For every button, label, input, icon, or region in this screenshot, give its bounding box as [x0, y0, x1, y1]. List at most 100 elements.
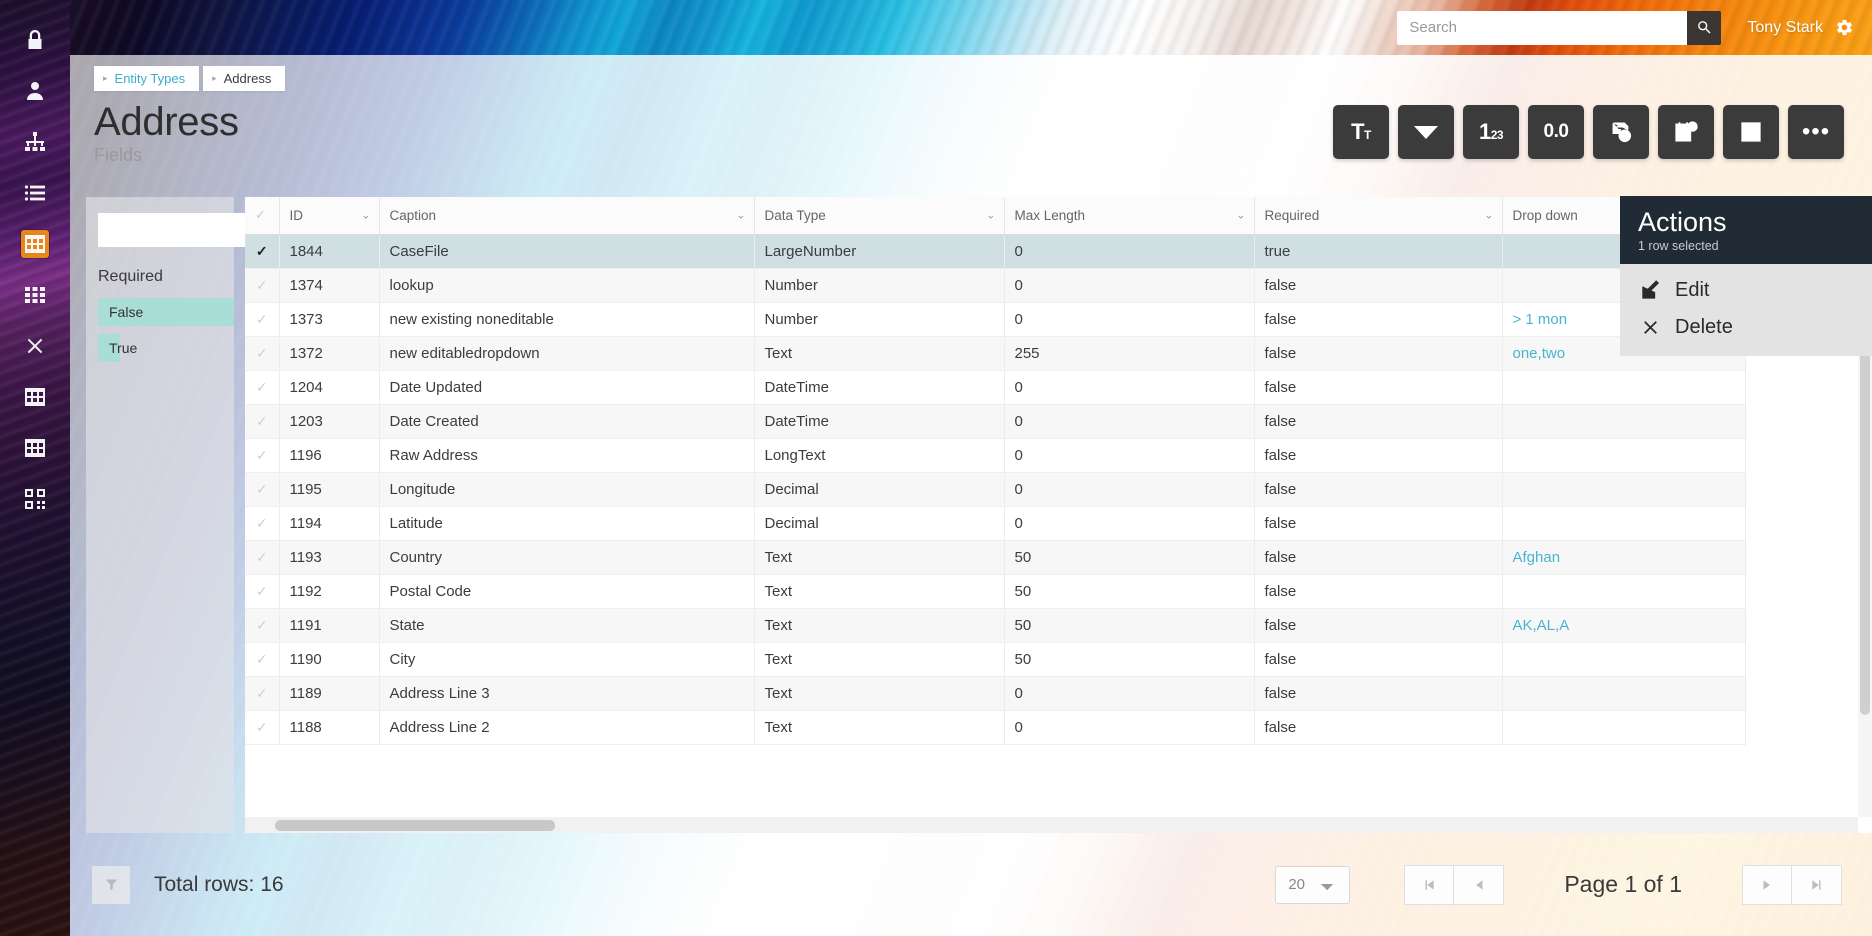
row-select-checkbox[interactable]: ✓ — [245, 234, 280, 269]
table-row[interactable]: ✓ 1188 Address Line 2 Text 0 false — [245, 710, 1746, 745]
chevron-down-icon[interactable]: ⌄ — [1484, 209, 1493, 222]
sidebar-item-grid[interactable] — [0, 269, 70, 320]
column-header-dt[interactable]: Data Type ⌄ — [754, 197, 1005, 235]
cell-ml: 50 — [1004, 642, 1255, 677]
settings-button[interactable] — [1835, 18, 1854, 37]
chevron-down-icon[interactable]: ⌄ — [361, 209, 370, 222]
column-header-id[interactable]: ID ⌄ — [279, 197, 380, 235]
table-row[interactable]: ✓ 1373 new existing noneditable Number 0 fals… — [245, 302, 1746, 337]
number-type-button[interactable]: 123 — [1463, 105, 1519, 159]
action-edit[interactable]: Edit — [1620, 272, 1872, 309]
row-select-checkbox[interactable]: ✓ — [245, 404, 280, 439]
table-row[interactable]: ✓ 1191 State Text 50 false AK,AL,A — [245, 608, 1746, 643]
row-select-checkbox[interactable]: ✓ — [245, 370, 280, 405]
cell-dd — [1502, 642, 1746, 677]
sidebar-item-table-2[interactable] — [0, 371, 70, 422]
row-select-checkbox[interactable]: ✓ — [245, 472, 280, 507]
dropdown-values-link[interactable]: AK,AL,A — [1513, 617, 1570, 634]
table-row[interactable]: ✓ 1190 City Text 50 false — [245, 642, 1746, 677]
row-select-checkbox[interactable]: ✓ — [245, 336, 280, 371]
column-header-req[interactable]: Required ⌄ — [1254, 197, 1503, 235]
row-select-checkbox[interactable]: ✓ — [245, 710, 280, 745]
facet-option-true[interactable]: True — [98, 334, 234, 362]
list-icon — [23, 181, 47, 205]
cell-cap: Country — [379, 540, 755, 575]
row-select-checkbox[interactable]: ✓ — [245, 506, 280, 541]
cell-dt: Text — [754, 608, 1005, 643]
table-row[interactable]: ✓ 1372 new editabledropdown Text 255 false one… — [245, 336, 1746, 371]
check-icon: ✓ — [255, 207, 266, 223]
horizontal-scrollbar-thumb[interactable] — [275, 820, 555, 831]
cell-ml: 0 — [1004, 268, 1255, 303]
largenumber-type-button[interactable] — [1593, 105, 1649, 159]
first-page-button[interactable] — [1404, 864, 1455, 905]
row-select-checkbox[interactable]: ✓ — [245, 642, 280, 677]
cell-dt: Text — [754, 710, 1005, 745]
cell-cap: Postal Code — [379, 574, 755, 609]
row-select-checkbox[interactable]: ✓ — [245, 574, 280, 609]
cell-dt: Text — [754, 642, 1005, 677]
table-row[interactable]: ✓ 1193 Country Text 50 false Afghan — [245, 540, 1746, 575]
table-row[interactable]: ✓ 1374 lookup Number 0 false — [245, 268, 1746, 303]
sidebar-item-lock[interactable] — [0, 14, 70, 65]
user-name[interactable]: Tony Stark — [1747, 19, 1823, 37]
row-select-checkbox[interactable]: ✓ — [245, 676, 280, 711]
next-page-button[interactable] — [1742, 864, 1792, 905]
table-row[interactable]: ✓ 1844 CaseFile LargeNumber 0 true — [245, 234, 1746, 269]
dropdown-values-link[interactable]: Afghan — [1513, 549, 1561, 566]
row-select-checkbox[interactable]: ✓ — [245, 268, 280, 303]
column-header-cap[interactable]: Caption ⌄ — [379, 197, 755, 235]
search-button[interactable] — [1687, 10, 1722, 45]
action-delete[interactable]: Delete — [1620, 309, 1872, 346]
sidebar-item-user[interactable] — [0, 65, 70, 116]
toggle-filter-button[interactable] — [92, 865, 130, 904]
row-select-checkbox[interactable]: ✓ — [245, 302, 280, 337]
prev-page-button[interactable] — [1454, 864, 1505, 905]
cell-id: 1191 — [279, 608, 380, 643]
main-panel: Required False True ✓ ID ⌄ Caption ⌄ Data Type… — [70, 55, 1872, 936]
sidebar-item-modules[interactable] — [0, 473, 70, 524]
boolean-type-button[interactable] — [1723, 105, 1779, 159]
chevron-down-icon[interactable]: ⌄ — [736, 209, 745, 222]
sidebar-item-close[interactable] — [0, 320, 70, 371]
page-size-select[interactable]: 20 — [1275, 865, 1351, 904]
table-row[interactable]: ✓ 1196 Raw Address LongText 0 false — [245, 438, 1746, 473]
row-select-checkbox[interactable]: ✓ — [245, 608, 280, 643]
facet-option-label: True — [109, 340, 138, 356]
table-row[interactable]: ✓ 1195 Longitude Decimal 0 false — [245, 472, 1746, 507]
decimal-type-button[interactable]: 0.0 — [1528, 105, 1584, 159]
dropdown-type-button[interactable] — [1398, 105, 1454, 159]
chevron-down-icon[interactable]: ⌄ — [986, 209, 995, 222]
facet-option-false[interactable]: False — [98, 298, 234, 326]
check-icon: ✓ — [255, 412, 268, 429]
dropdown-values-link[interactable]: one,two — [1513, 345, 1566, 362]
text-type-button[interactable]: TT — [1333, 105, 1389, 159]
cell-cap: Address Line 2 — [379, 710, 755, 745]
cell-ml: 50 — [1004, 540, 1255, 575]
table-row[interactable]: ✓ 1189 Address Line 3 Text 0 false — [245, 676, 1746, 711]
datetime-type-button[interactable] — [1658, 105, 1714, 159]
breadcrumb-item-1[interactable]: ▸ Address — [203, 66, 286, 91]
horizontal-scrollbar[interactable] — [245, 817, 1858, 833]
more-options-button[interactable]: ••• — [1788, 105, 1844, 159]
sidebar-item-entity-types[interactable] — [0, 218, 70, 269]
breadcrumb-item-0[interactable]: ▸ Entity Types — [94, 66, 200, 91]
check-icon: ✓ — [255, 548, 268, 565]
table-row[interactable]: ✓ 1203 Date Created DateTime 0 false — [245, 404, 1746, 439]
column-header-ml[interactable]: Max Length ⌄ — [1004, 197, 1255, 235]
table-row[interactable]: ✓ 1192 Postal Code Text 50 false — [245, 574, 1746, 609]
table-header-row: ✓ ID ⌄ Caption ⌄ Data Type ⌄ Max Length ⌄ Require… — [245, 197, 1746, 235]
row-select-checkbox[interactable]: ✓ — [245, 540, 280, 575]
chevron-down-icon[interactable]: ⌄ — [1236, 209, 1245, 222]
breadcrumb-label: Entity Types — [114, 71, 186, 86]
row-select-checkbox[interactable]: ✓ — [245, 438, 280, 473]
sidebar-item-table-3[interactable] — [0, 422, 70, 473]
dropdown-values-link[interactable]: > 1 mon — [1513, 311, 1568, 328]
sidebar-item-list[interactable] — [0, 167, 70, 218]
search-input[interactable] — [1397, 10, 1688, 45]
cell-req: false — [1254, 608, 1503, 643]
table-row[interactable]: ✓ 1194 Latitude Decimal 0 false — [245, 506, 1746, 541]
sidebar-item-organization[interactable] — [0, 116, 70, 167]
table-row[interactable]: ✓ 1204 Date Updated DateTime 0 false — [245, 370, 1746, 405]
last-page-button[interactable] — [1792, 864, 1842, 905]
